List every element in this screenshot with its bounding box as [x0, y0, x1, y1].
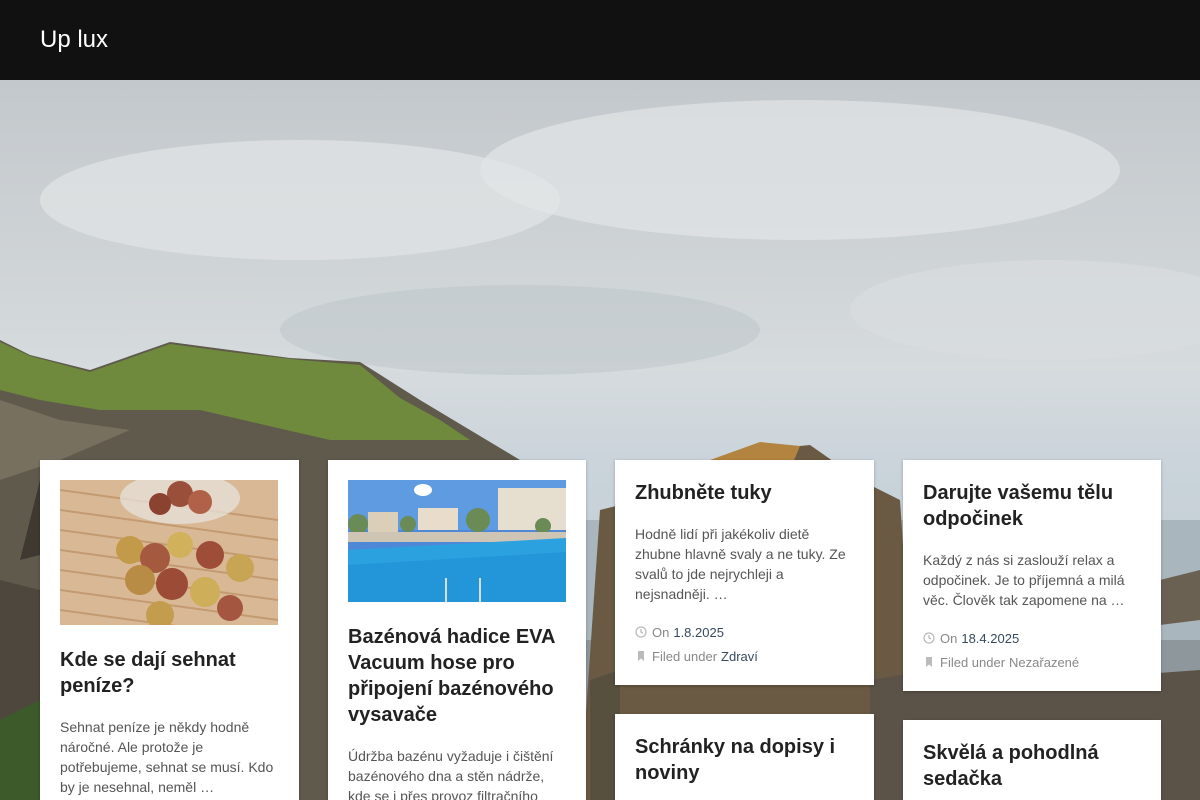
category-link[interactable]: Nezařazené [1009, 655, 1079, 670]
site-title[interactable]: Up lux [40, 26, 108, 54]
clock-icon [923, 632, 935, 644]
post-title[interactable]: Darujte vašemu tělu odpočinek [923, 480, 1141, 532]
post-category: Filed under Zdraví [635, 646, 854, 666]
post-meta: On 1.8.2025 Filed under Zdraví [635, 622, 854, 666]
post-card: Schránky na dopisy i noviny [615, 714, 874, 800]
coins-jar-image [60, 480, 279, 625]
date-link[interactable]: 18.4.2025 [961, 631, 1019, 646]
post-card: Bazénová hadice EVA Vacuum hose pro přip… [328, 460, 586, 800]
post-title[interactable]: Skvělá a pohodlná sedačka [923, 740, 1141, 792]
bookmark-icon [638, 651, 644, 661]
date-prefix: On [940, 630, 958, 646]
post-card: Darujte vašemu tělu odpočinek Každý z ná… [903, 460, 1161, 691]
swimming-pool-image [348, 480, 566, 602]
post-excerpt: Sehnat peníze je někdy hodně náročné. Al… [60, 719, 274, 795]
post-card: Kde se dají sehnat peníze? Sehnat peníze… [40, 460, 299, 800]
post-card: Skvělá a pohodlná sedačka [903, 720, 1161, 800]
post-excerpt: Hodně lidí při jakékoliv dietě zhubne hl… [635, 526, 846, 602]
post-title[interactable]: Kde se dají sehnat peníze? [60, 647, 279, 699]
post-date: On 18.4.2025 [923, 628, 1141, 648]
date-prefix: On [652, 624, 670, 640]
date-link[interactable]: 1.8.2025 [673, 625, 724, 640]
filed-prefix: Filed under [940, 654, 1006, 670]
post-title[interactable]: Schránky na dopisy i noviny [635, 734, 854, 786]
post-title[interactable]: Zhubněte tuky [635, 480, 854, 506]
post-title[interactable]: Bazénová hadice EVA Vacuum hose pro přip… [348, 624, 566, 728]
post-thumbnail-coins[interactable] [60, 480, 279, 625]
bookmark-icon [926, 657, 932, 667]
post-date: On 1.8.2025 [635, 622, 854, 642]
category-link[interactable]: Zdraví [721, 649, 758, 664]
clock-icon [635, 626, 647, 638]
filed-prefix: Filed under [652, 648, 718, 664]
site-header: Up lux [0, 0, 1200, 80]
post-thumbnail-pool[interactable] [348, 480, 566, 602]
post-excerpt: Každý z nás si zaslouží relax a odpočine… [923, 552, 1125, 608]
post-card: Zhubněte tuky Hodně lidí při jakékoliv d… [615, 460, 874, 685]
post-meta: On 18.4.2025 Filed under Nezařazené [923, 628, 1141, 672]
post-excerpt: Údržba bazénu vyžaduje i čištění bazénov… [348, 748, 554, 800]
post-category: Filed under Nezařazené [923, 652, 1141, 672]
